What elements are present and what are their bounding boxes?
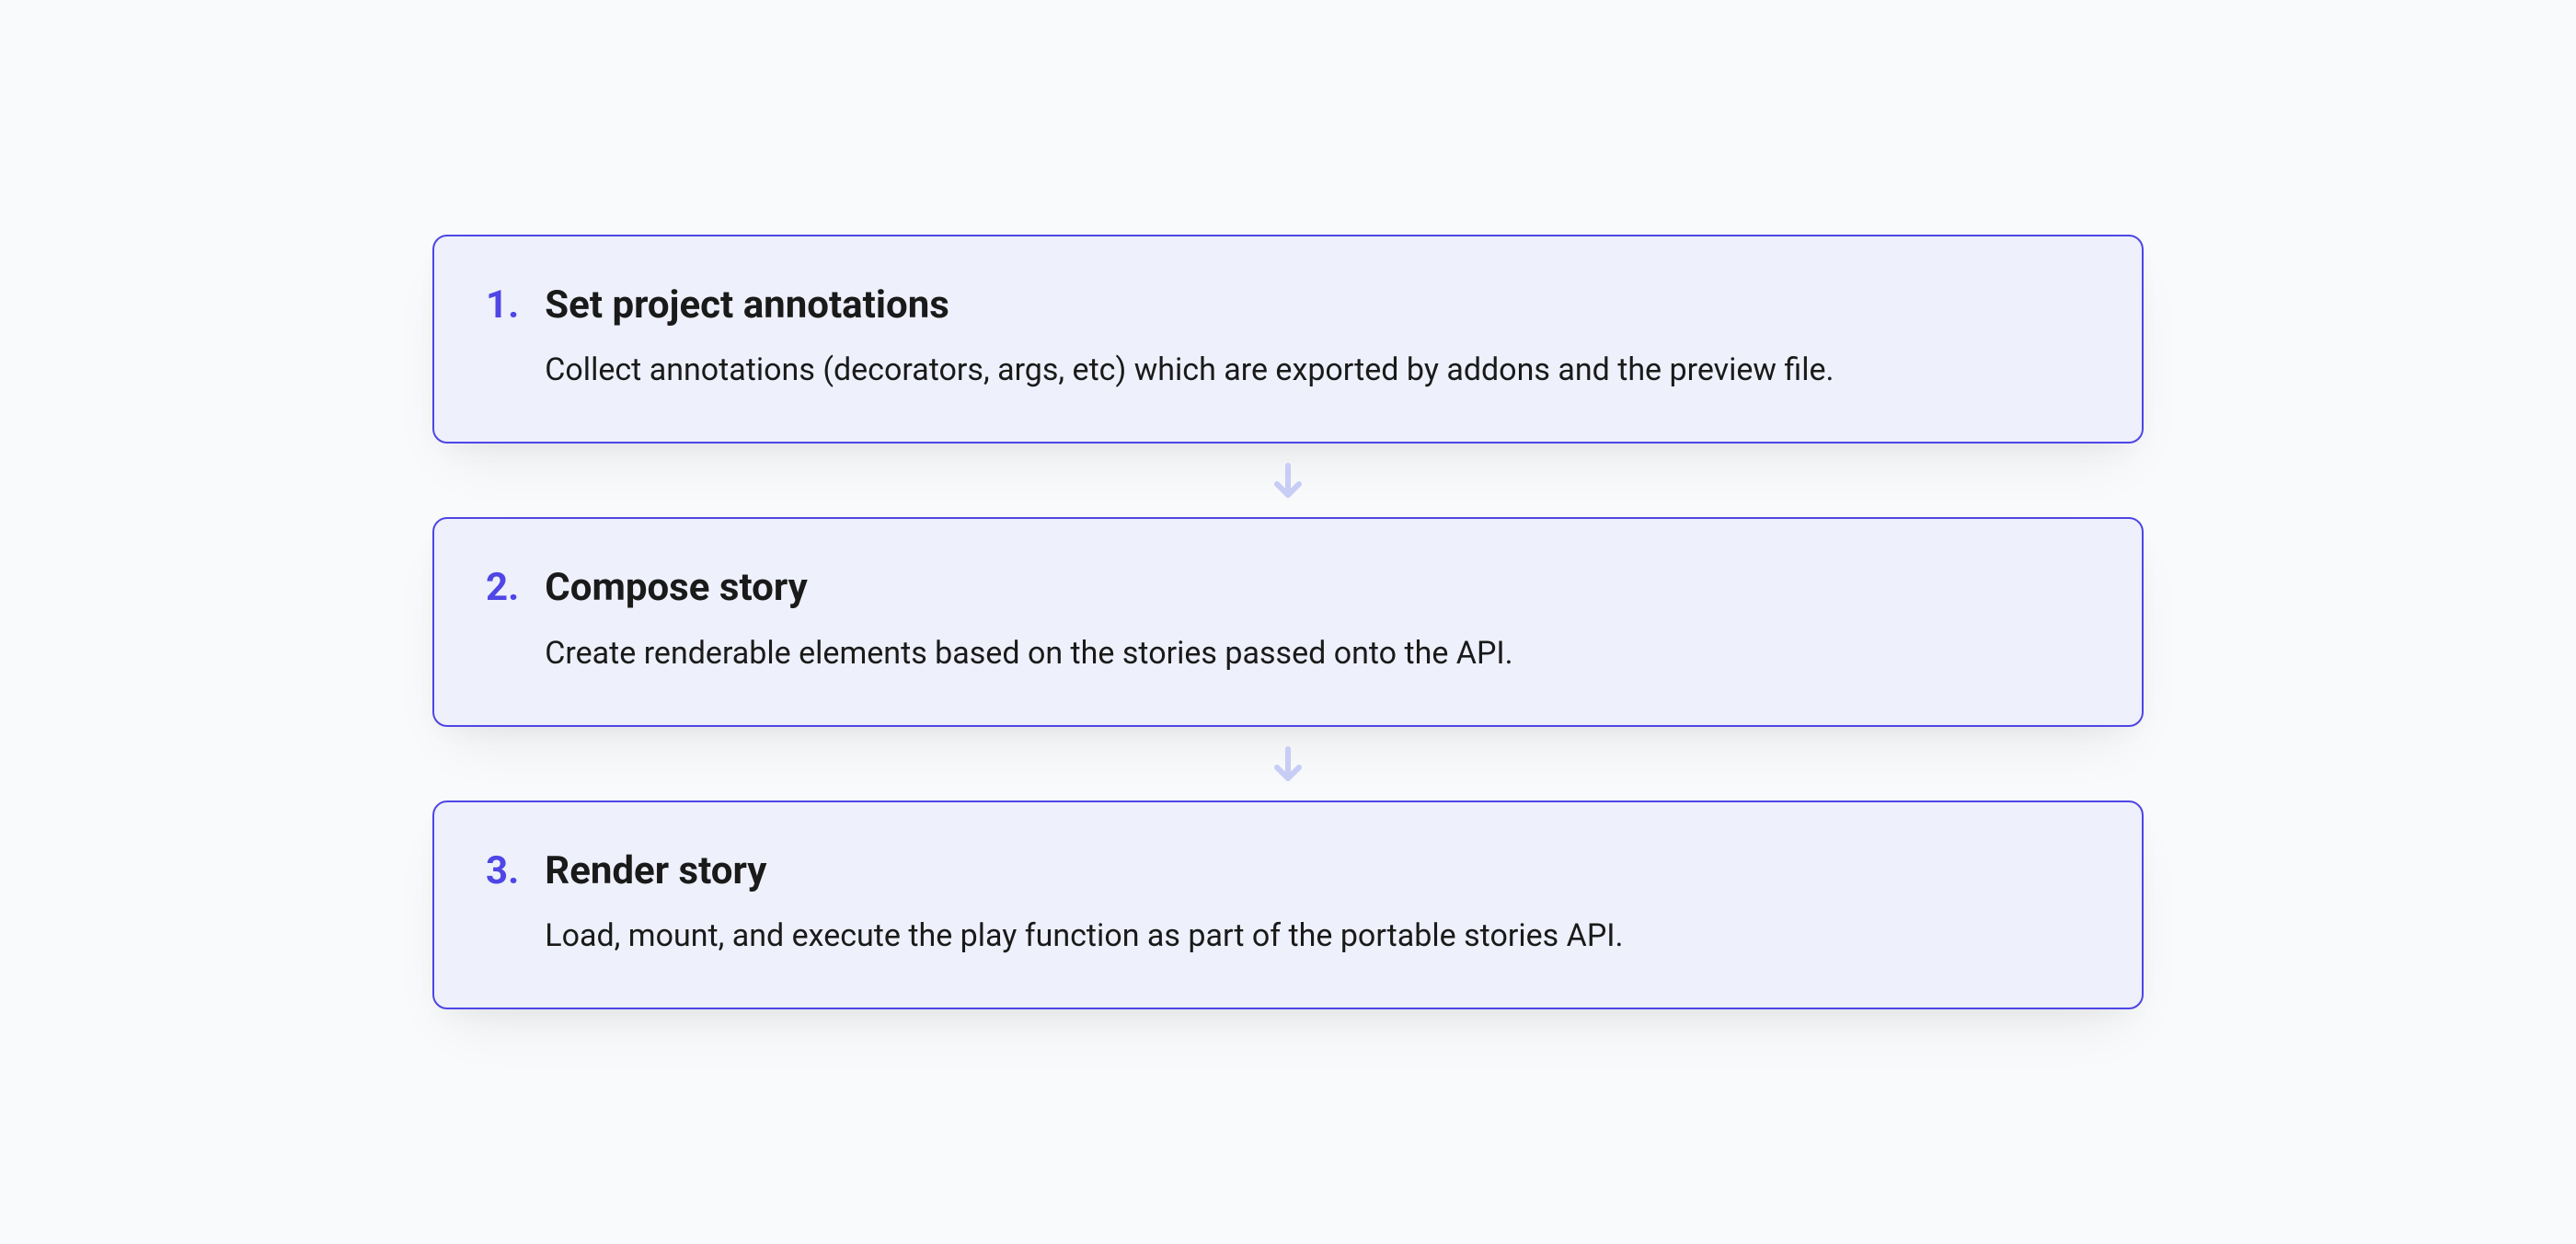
arrow-down-icon (1266, 742, 1310, 786)
arrow-connector (1266, 443, 1310, 517)
step-title: Set project annotations (545, 281, 1834, 331)
arrow-down-icon (1266, 458, 1310, 502)
step-card-2: 2. Compose story Create renderable eleme… (432, 517, 2144, 727)
step-title: Render story (545, 847, 1623, 897)
step-description: Create renderable elements based on the … (545, 630, 1512, 677)
step-description: Collect annotations (decorators, args, e… (545, 347, 1834, 394)
step-card-1: 1. Set project annotations Collect annot… (432, 235, 2144, 444)
step-description: Load, mount, and execute the play functi… (545, 913, 1623, 960)
step-number: 2. (486, 563, 519, 614)
step-number: 1. (486, 281, 519, 331)
flow-diagram: 1. Set project annotations Collect annot… (432, 235, 2144, 1010)
step-title: Compose story (545, 563, 1512, 614)
arrow-connector (1266, 727, 1310, 801)
step-content: Set project annotations Collect annotati… (545, 281, 1834, 395)
step-content: Compose story Create renderable elements… (545, 563, 1512, 677)
step-card-3: 3. Render story Load, mount, and execute… (432, 801, 2144, 1010)
step-number: 3. (486, 847, 519, 897)
step-content: Render story Load, mount, and execute th… (545, 847, 1623, 961)
